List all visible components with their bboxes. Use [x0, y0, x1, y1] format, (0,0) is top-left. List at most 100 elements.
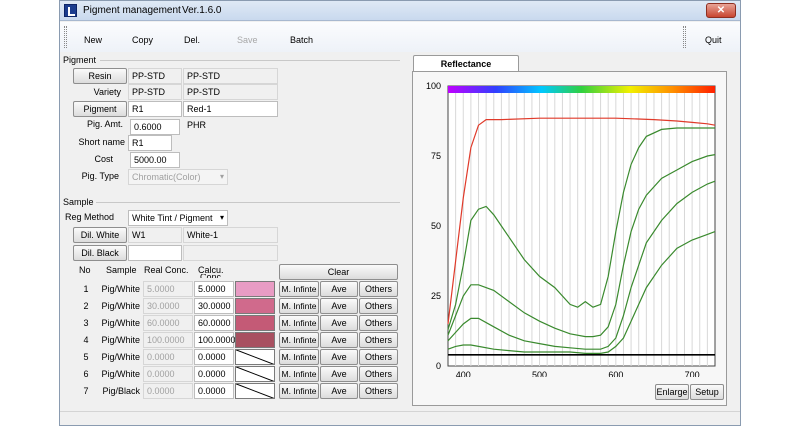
pigment-divider [100, 60, 400, 61]
x-tick-label: 600 [608, 370, 623, 377]
pigment-name-field[interactable]: Red-1 [183, 101, 278, 117]
short-name-field[interactable]: R1 [128, 135, 172, 151]
col-header-real-conc: Real Conc. [144, 265, 189, 275]
sample-section-label: Sample [63, 197, 94, 207]
x-tick-label: 500 [532, 370, 547, 377]
color-swatch [235, 315, 275, 331]
row-number: 1 [83, 284, 89, 294]
close-button[interactable]: ✕ [706, 3, 736, 18]
window-title: Pigment management [83, 5, 181, 16]
dil-black-button[interactable]: Dil. Black [73, 245, 127, 261]
row-number: 5 [83, 352, 89, 362]
short-name-label: Short name [78, 137, 125, 147]
app-window: Pigment management Ver.1.6.0 ✕ New Copy … [59, 0, 741, 426]
tab-reflectance[interactable]: Reflectance [413, 55, 519, 72]
y-tick-label: 100 [426, 81, 441, 91]
ave-button[interactable]: Ave [320, 349, 358, 365]
m-infinite-button[interactable]: M. Infinte [279, 298, 319, 314]
others-button[interactable]: Others [359, 383, 398, 399]
m-infinite-button[interactable]: M. Infinte [279, 315, 319, 331]
calc-conc-field[interactable]: 0.0000 [194, 383, 234, 399]
ave-button[interactable]: Ave [320, 383, 358, 399]
col-header-calcu-conc: Conc. [200, 274, 224, 278]
m-infinite-button[interactable]: M. Infinte [279, 332, 319, 348]
y-tick-label: 0 [436, 361, 441, 371]
m-infinite-button[interactable]: M. Infinte [279, 349, 319, 365]
pig-amt-label: Pig. Amt. [86, 119, 123, 129]
m-infinite-button[interactable]: M. Infinte [279, 281, 319, 297]
calc-conc-field[interactable]: 100.0000 [194, 332, 236, 348]
setup-button[interactable]: Setup [690, 384, 724, 400]
ave-button[interactable]: Ave [320, 298, 358, 314]
row-sample-type: Pig/White [101, 284, 140, 294]
real-conc-field: 0.0000 [143, 366, 193, 382]
batch-button[interactable]: Batch [290, 35, 313, 45]
calc-conc-field[interactable]: 0.0000 [194, 349, 234, 365]
reg-method-select[interactable]: White Tint / Pigment ▾ [128, 210, 228, 226]
others-button[interactable]: Others [359, 366, 398, 382]
row-number: 4 [83, 335, 89, 345]
ave-button[interactable]: Ave [320, 332, 358, 348]
row-sample-type: Pig/White [101, 301, 140, 311]
m-infinite-button[interactable]: M. Infinte [279, 383, 319, 399]
color-swatch [235, 366, 275, 382]
ave-button[interactable]: Ave [320, 366, 358, 382]
pig-amt-field[interactable]: 0.6000 [130, 119, 180, 135]
real-conc-field: 100.0000 [143, 332, 193, 348]
y-tick-label: 25 [431, 291, 441, 301]
ave-button[interactable]: Ave [320, 281, 358, 297]
reg-method-value: White Tint / Pigment [132, 213, 213, 223]
dil-white-code-field: W1 [128, 227, 182, 243]
col-header-sample: Sample [106, 265, 137, 275]
real-conc-field: 0.0000 [143, 349, 193, 365]
x-tick-label: 700 [685, 370, 700, 377]
chevron-down-icon: ▾ [219, 213, 224, 222]
enlarge-button[interactable]: Enlarge [655, 384, 689, 400]
variety-code-field: PP-STD [128, 84, 182, 100]
pigment-button[interactable]: Pigment [73, 101, 127, 117]
pigment-code-field[interactable]: R1 [128, 101, 182, 117]
ave-button[interactable]: Ave [320, 315, 358, 331]
new-button[interactable]: New [84, 35, 102, 45]
delete-button[interactable]: Del. [184, 35, 200, 45]
real-conc-field: 60.0000 [143, 315, 193, 331]
row-sample-type: Pig/Black [102, 386, 140, 396]
real-conc-field: 5.0000 [143, 281, 193, 297]
cost-field[interactable]: 5000.00 [130, 152, 180, 168]
others-button[interactable]: Others [359, 298, 398, 314]
dil-white-button[interactable]: Dil. White [73, 227, 127, 243]
dil-white-name-field: White-1 [183, 227, 278, 243]
status-bar [60, 411, 740, 425]
reflectance-chart: 400 500 600 700 0 25 50 75 100 [426, 81, 716, 380]
app-logo-icon [64, 4, 77, 17]
resin-button[interactable]: Resin [73, 68, 127, 84]
color-swatch [235, 349, 275, 365]
others-button[interactable]: Others [359, 332, 398, 348]
pig-type-select[interactable]: Chromatic(Color) ▾ [128, 169, 228, 185]
calc-conc-field[interactable]: 30.0000 [194, 298, 234, 314]
title-bar: Pigment management Ver.1.6.0 ✕ [60, 1, 740, 21]
save-button[interactable]: Save [237, 35, 258, 45]
pig-type-value: Chromatic(Color) [132, 172, 201, 182]
others-button[interactable]: Others [359, 281, 398, 297]
reg-method-label: Reg Method [65, 212, 115, 222]
others-button[interactable]: Others [359, 315, 398, 331]
calc-conc-field[interactable]: 60.0000 [194, 315, 234, 331]
variety-name-field: PP-STD [183, 84, 278, 100]
clear-button[interactable]: Clear [279, 264, 398, 280]
x-tick-label: 400 [456, 370, 471, 377]
pig-amt-unit: PHR [187, 120, 207, 130]
calc-conc-field[interactable]: 5.0000 [194, 281, 234, 297]
row-number: 3 [83, 318, 89, 328]
toolbar: New Copy Del. Save Batch Quit [60, 22, 740, 52]
row-sample-type: Pig/White [101, 352, 140, 362]
color-swatch [235, 298, 275, 314]
chart-panel: 400 500 600 700 0 25 50 75 100 Enlarge Setup [412, 71, 727, 406]
others-button[interactable]: Others [359, 349, 398, 365]
version-label: Ver.1.6.0 [182, 5, 222, 16]
copy-button[interactable]: Copy [132, 35, 153, 45]
calc-conc-field[interactable]: 0.0000 [194, 366, 234, 382]
dil-black-code-field[interactable] [128, 245, 182, 261]
m-infinite-button[interactable]: M. Infinte [279, 366, 319, 382]
quit-button[interactable]: Quit [705, 35, 722, 45]
